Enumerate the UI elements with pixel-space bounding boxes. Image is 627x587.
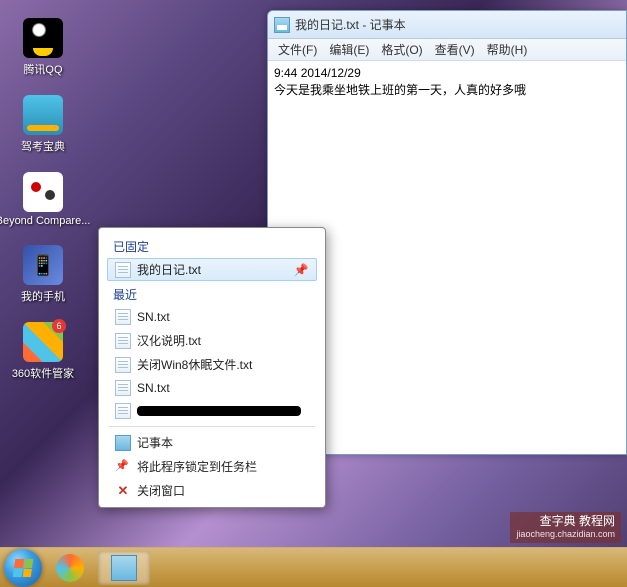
watermark: 查字典 教程网 jiaocheng.chazidian.com: [510, 512, 621, 543]
jumplist-item[interactable]: SN.txt: [107, 306, 317, 328]
icon-label: 腾讯QQ: [23, 61, 62, 77]
icon-label: 360软件管家: [12, 365, 74, 381]
swirl-icon: [56, 554, 84, 582]
redacted-text: [137, 406, 301, 416]
menubar: 文件(F) 编辑(E) 格式(O) 查看(V) 帮助(H): [268, 39, 626, 61]
menu-file[interactable]: 文件(F): [272, 39, 323, 60]
jumplist-item[interactable]: SN.txt: [107, 377, 317, 399]
taskbar: [0, 547, 627, 587]
jumplist-label: 关闭窗口: [137, 482, 309, 499]
file-icon: [115, 380, 131, 396]
file-icon: [115, 403, 131, 419]
watermark-line2: jiaocheng.chazidian.com: [516, 529, 615, 541]
qq-icon: [23, 18, 63, 58]
jumplist: 已固定 我的日记.txt 📌 最近 SN.txt 汉化说明.txt 关闭Win8…: [98, 227, 326, 508]
jumplist-label: SN.txt: [137, 310, 309, 324]
icon-label: 我的手机: [21, 288, 65, 304]
car-icon: [23, 95, 63, 135]
start-button[interactable]: [4, 549, 42, 587]
jumplist-item[interactable]: 关闭Win8休眠文件.txt: [107, 353, 317, 376]
desktop-icon-360[interactable]: 360软件管家: [8, 322, 78, 381]
text-line: 今天是我乘坐地铁上班的第一天，人真的好多哦: [274, 82, 620, 99]
menu-edit[interactable]: 编辑(E): [323, 39, 375, 60]
jumplist-label: 汉化说明.txt: [137, 332, 309, 349]
jumplist-item-pinned[interactable]: 我的日记.txt 📌: [107, 258, 317, 281]
watermark-line1: 查字典 教程网: [516, 514, 615, 530]
jumplist-item[interactable]: 汉化说明.txt: [107, 329, 317, 352]
desktop-icon-qq[interactable]: 腾讯QQ: [8, 18, 78, 77]
menu-view[interactable]: 查看(V): [429, 39, 481, 60]
jumplist-label: 将此程序锁定到任务栏: [137, 458, 309, 475]
jumplist-label: 关闭Win8休眠文件.txt: [137, 356, 309, 373]
text-line: 9:44 2014/12/29: [274, 65, 620, 82]
compare-icon: [23, 172, 63, 212]
jumplist-label: SN.txt: [137, 381, 309, 395]
notepad-icon: [274, 17, 290, 33]
pin-icon[interactable]: 📌: [293, 262, 309, 278]
notepad-icon: [111, 555, 137, 581]
desktop-icon-myphone[interactable]: 我的手机: [8, 245, 78, 304]
desktop-icon-beyondcompare[interactable]: Beyond Compare...: [8, 172, 78, 227]
taskbar-button-360[interactable]: [44, 551, 96, 585]
file-icon: [115, 357, 131, 373]
menu-format[interactable]: 格式(O): [375, 39, 428, 60]
icon-label: Beyond Compare...: [0, 215, 90, 227]
notepad-icon: [115, 435, 131, 451]
jumplist-header-pinned: 已固定: [103, 234, 321, 257]
pin-icon: [115, 459, 131, 475]
windows-logo-icon: [13, 559, 34, 577]
jumplist-label: 我的日记.txt: [137, 261, 287, 278]
close-icon: ✕: [115, 483, 131, 499]
jumplist-task-notepad[interactable]: 记事本: [107, 431, 317, 454]
jumplist-task-pin[interactable]: 将此程序锁定到任务栏: [107, 455, 317, 478]
phone-icon: [23, 245, 63, 285]
window-title: 我的日记.txt - 记事本: [295, 16, 406, 33]
file-icon: [115, 333, 131, 349]
jumplist-task-close[interactable]: ✕ 关闭窗口: [107, 479, 317, 502]
jumplist-label: 记事本: [137, 434, 309, 451]
taskbar-button-notepad[interactable]: [98, 551, 150, 585]
separator: [109, 426, 315, 427]
icon-label: 驾考宝典: [21, 138, 65, 154]
jumplist-header-recent: 最近: [103, 282, 321, 305]
jumplist-item-redacted[interactable]: [107, 400, 317, 422]
file-icon: [115, 309, 131, 325]
software-icon: [23, 322, 63, 362]
file-icon: [115, 262, 131, 278]
desktop-icon-jiakao[interactable]: 驾考宝典: [8, 95, 78, 154]
desktop-icons: 腾讯QQ 驾考宝典 Beyond Compare... 我的手机 360软件管家: [8, 18, 78, 381]
menu-help[interactable]: 帮助(H): [481, 39, 534, 60]
titlebar[interactable]: 我的日记.txt - 记事本: [268, 11, 626, 39]
